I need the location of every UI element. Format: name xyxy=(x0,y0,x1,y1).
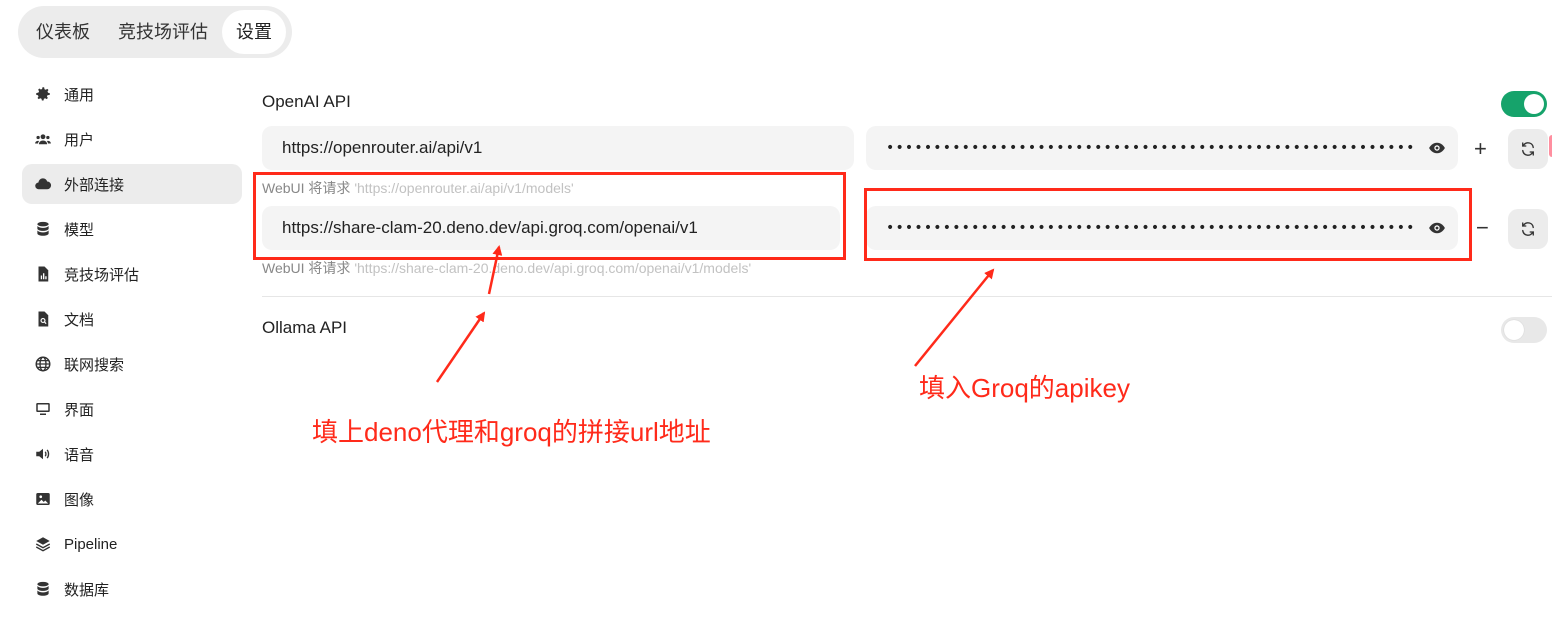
annotation-key-text: 填入Groq的apikey xyxy=(919,373,1130,403)
tab-dashboard[interactable]: 仪表板 xyxy=(22,10,104,54)
sidebar-item-label: 通用 xyxy=(64,86,95,104)
sidebar-item-audio[interactable]: 语音 xyxy=(22,434,242,474)
sidebar-item-database[interactable]: 数据库 xyxy=(22,569,242,609)
sidebar-item-interface[interactable]: 界面 xyxy=(22,389,242,429)
add-connection-button[interactable]: + xyxy=(1474,136,1487,162)
sidebar-item-pipeline[interactable]: Pipeline xyxy=(22,524,242,564)
sidebar-item-label: 界面 xyxy=(64,401,95,419)
openai-url-input-1[interactable]: https://openrouter.ai/api/v1 xyxy=(262,126,854,170)
sidebar-item-label: 用户 xyxy=(64,131,95,149)
api-key-masked-value: ••••••••••••••••••••••••••••••••••••••••… xyxy=(886,140,1416,156)
sidebar-item-images[interactable]: 图像 xyxy=(22,479,242,519)
users-icon xyxy=(34,130,52,148)
sidebar-item-general[interactable]: 通用 xyxy=(22,74,242,114)
document-search-icon xyxy=(34,310,52,328)
sidebar-item-label: 数据库 xyxy=(64,581,110,599)
sidebar-item-label: 图像 xyxy=(64,491,95,509)
sidebar-item-label: 竞技场评估 xyxy=(64,266,140,284)
openai-api-toggle[interactable] xyxy=(1501,91,1547,117)
sidebar-item-models[interactable]: 模型 xyxy=(22,209,242,249)
monitor-icon xyxy=(34,400,52,418)
arrow-to-url-box-bottom xyxy=(435,311,486,383)
verify-connection-button-1[interactable] xyxy=(1508,129,1548,169)
sidebar-item-label: 联网搜索 xyxy=(64,356,125,374)
refresh-icon xyxy=(1519,140,1537,158)
sidebar-item-label: 文档 xyxy=(64,311,95,329)
gear-icon xyxy=(34,85,52,103)
toggle-knob xyxy=(1524,94,1544,114)
sidebar-item-label: 模型 xyxy=(64,221,95,239)
ollama-api-title: Ollama API xyxy=(262,318,348,337)
openai-api-title: OpenAI API xyxy=(262,92,351,111)
tab-arena[interactable]: 竞技场评估 xyxy=(104,10,222,54)
remove-connection-button[interactable]: − xyxy=(1476,215,1489,241)
arrow-to-key-box xyxy=(914,268,995,367)
globe-icon xyxy=(34,355,52,373)
sidebar-item-label: Pipeline xyxy=(64,535,118,553)
layers-icon xyxy=(34,535,52,553)
chart-document-icon xyxy=(34,265,52,283)
request-hint-2: WebUI 将请求 'https://share-clam-20.deno.de… xyxy=(262,258,751,278)
tab-settings[interactable]: 设置 xyxy=(222,10,286,54)
cloud-icon xyxy=(34,175,52,193)
ollama-api-toggle[interactable] xyxy=(1501,317,1547,343)
hint-url: 'https://share-clam-20.deno.dev/api.groq… xyxy=(354,260,752,276)
sidebar-item-documents[interactable]: 文档 xyxy=(22,299,242,339)
sidebar-item-label: 外部连接 xyxy=(64,176,125,194)
settings-sidebar: 通用 用户 外部连接 模型 竞技场评估 文档 联网搜索 界面 语音 图像 Pip… xyxy=(22,74,242,614)
speaker-icon xyxy=(34,445,52,463)
sidebar-item-external-connections[interactable]: 外部连接 xyxy=(22,164,242,204)
annotation-url-text: 填上deno代理和groq的拼接url地址 xyxy=(312,417,711,447)
annotation-box-url xyxy=(253,172,846,260)
sidebar-item-web-search[interactable]: 联网搜索 xyxy=(22,344,242,384)
database-icon xyxy=(34,580,52,598)
sidebar-item-users[interactable]: 用户 xyxy=(22,119,242,159)
sidebar-item-label: 语音 xyxy=(64,446,95,464)
eye-icon[interactable] xyxy=(1428,139,1446,157)
section-divider xyxy=(262,296,1552,297)
image-icon xyxy=(34,490,52,508)
refresh-icon xyxy=(1519,220,1537,238)
top-tabs: 仪表板 竞技场评估 设置 xyxy=(18,6,292,58)
hint-prefix: WebUI 将请求 xyxy=(262,260,351,276)
database-icon xyxy=(34,220,52,238)
openai-key-input-1[interactable]: ••••••••••••••••••••••••••••••••••••••••… xyxy=(866,126,1458,170)
annotation-box-key xyxy=(864,188,1472,261)
toggle-knob xyxy=(1504,320,1524,340)
verify-connection-button-2[interactable] xyxy=(1508,209,1548,249)
sidebar-item-arena[interactable]: 竞技场评估 xyxy=(22,254,242,294)
